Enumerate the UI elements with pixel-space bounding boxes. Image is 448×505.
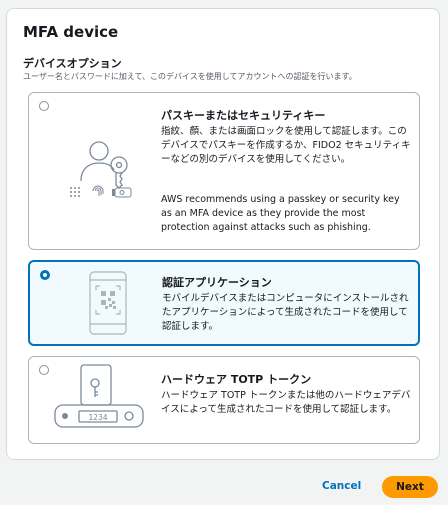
passkey-person-key-icon — [70, 141, 132, 198]
option-hardware-totp[interactable]: 1234 ハードウェア TOTP トークン ハードウェア TOTP トークンまた… — [28, 356, 420, 444]
section-description: ユーザー名とパスワードに加えて、このデバイスを使用してアカウントへの認証を行いま… — [23, 72, 357, 81]
section-title: デバイスオプション — [23, 57, 122, 70]
option-authenticator-app[interactable]: 認証アプリケーション モバイルデバイスまたはコンピュータにインストールされたアプ… — [28, 260, 420, 346]
option-passkey[interactable]: パスキーまたはセキュリティキー 指紋、顔、または画面ロックを使用して認証します。… — [28, 92, 420, 250]
radio-hardware-totp[interactable] — [39, 365, 49, 375]
next-button[interactable]: Next — [382, 476, 438, 498]
panel-title: MFA device — [23, 23, 119, 41]
option-passkey-note: AWS recommends using a passkey or securi… — [161, 194, 400, 233]
phone-qr-code-icon — [89, 271, 127, 335]
option-authenticator-app-description: モバイルデバイスまたはコンピュータにインストールされたアプリケーションによって生… — [162, 293, 409, 332]
radio-passkey[interactable] — [39, 101, 49, 111]
option-hardware-totp-title: ハードウェア TOTP トークン — [161, 373, 312, 386]
option-passkey-title: パスキーまたはセキュリティキー — [161, 109, 326, 122]
hardware-token-icon: 1234 — [54, 364, 144, 428]
option-passkey-description: 指紋、顔、または画面ロックを使用して認証します。このデバイスでパスキーを作成する… — [161, 126, 411, 165]
radio-authenticator-app[interactable] — [40, 270, 50, 280]
option-authenticator-app-title: 認証アプリケーション — [162, 276, 272, 289]
token-display-text: 1234 — [88, 413, 107, 422]
option-hardware-totp-description: ハードウェア TOTP トークンまたは他のハードウェアデバイスによって生成された… — [161, 390, 411, 415]
cancel-button[interactable]: Cancel — [322, 480, 361, 492]
